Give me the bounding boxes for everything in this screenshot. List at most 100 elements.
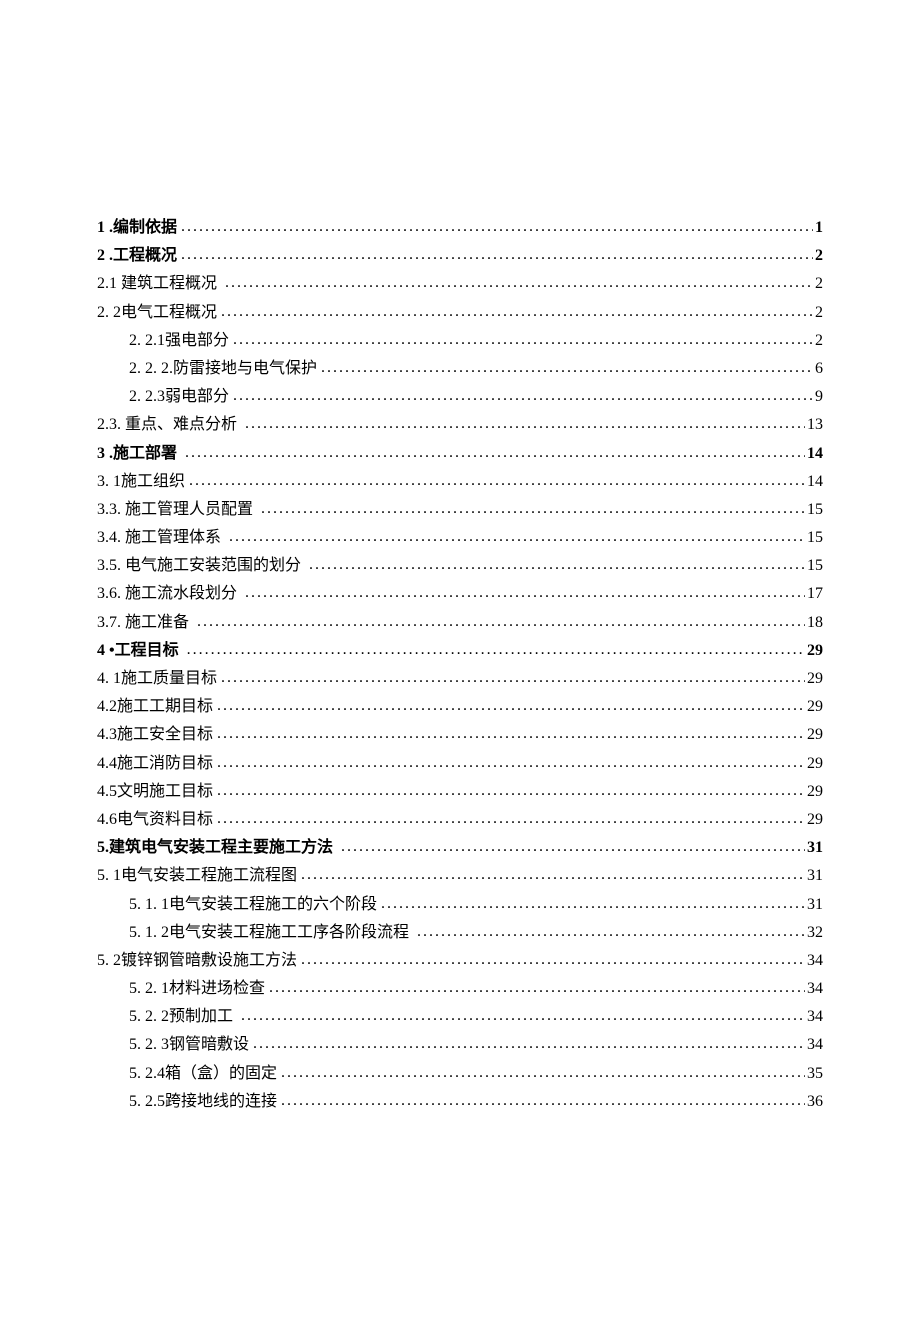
toc-entry-title: 钢管暗敷设 <box>169 1037 249 1053</box>
toc-entry: 3.3. 施工管理人员配置 15 <box>97 502 823 518</box>
toc-entry-page: 18 <box>807 615 823 631</box>
toc-entry-number: 2 <box>97 248 105 264</box>
toc-entry: 4.6电气资料目标29 <box>97 812 823 828</box>
toc-entry-sep: . <box>105 220 113 236</box>
toc-entry-number: 4.3 <box>97 727 117 743</box>
toc-entry: 4.3施工安全目标29 <box>97 727 823 743</box>
toc-entry-page: 34 <box>807 1009 823 1025</box>
toc-leader-dots <box>243 416 805 432</box>
toc-entry: 5. 2镀锌钢管暗敷设施工方法 34 <box>97 953 823 969</box>
toc-leader-dots <box>215 726 805 742</box>
toc-entry-sep: • <box>105 643 115 659</box>
toc-entry: 5. 1电气安装工程施工流程图31 <box>97 868 823 884</box>
toc-entry-page: 1 <box>815 220 823 236</box>
toc-entry-page: 34 <box>807 1037 823 1053</box>
toc-entry-number: 3.7. <box>97 615 121 631</box>
toc-entry-number: 4.6 <box>97 812 117 828</box>
toc-entry-page: 34 <box>807 953 823 969</box>
toc-entry-number: 3.4. <box>97 530 121 546</box>
toc-entry-page: 31 <box>807 897 823 913</box>
toc-entry-number: 5. <box>97 840 109 856</box>
toc-entry-number: 3 <box>97 446 105 462</box>
toc-entry: 5. 2. 2预制加工 34 <box>97 1009 823 1025</box>
toc-entry-page: 14 <box>807 446 823 462</box>
toc-entry-page: 32 <box>807 925 823 941</box>
toc-entry-title: 箱（盒）的固定 <box>165 1066 277 1082</box>
document-page: 1 .编制依据12 .工程概况22.1 建筑工程概况 22. 2电气工程概况22… <box>0 0 920 1222</box>
toc-entry: 4.5文明施工目标29 <box>97 784 823 800</box>
toc-entry-title: 施工管理体系 <box>125 530 225 546</box>
toc-entry-title: 电气安装工程施工流程图 <box>121 868 297 884</box>
toc-entry-title: 施工安全目标 <box>117 727 213 743</box>
toc-entry-number: 3.6. <box>97 586 121 602</box>
toc-entry-page: 36 <box>807 1094 823 1110</box>
toc-entry: 2. 2.1强电部分2 <box>97 333 823 349</box>
toc-leader-dots <box>307 557 805 573</box>
toc-entry-title: 重点、难点分析 <box>125 417 241 433</box>
toc-entry-title: 建筑电气安装工程主要施工方法 <box>109 840 337 856</box>
toc-entry-number: 2. 2.3 <box>129 389 165 405</box>
toc-leader-dots <box>299 952 805 968</box>
toc-entry: 4.2施工工期目标29 <box>97 699 823 715</box>
toc-entry-number: 2. 2 <box>97 305 121 321</box>
toc-entry-page: 29 <box>807 699 823 715</box>
toc-entry-title: 弱电部分 <box>165 389 229 405</box>
toc-entry: 5. 1. 2电气安装工程施工工序各阶段流程 32 <box>97 925 823 941</box>
toc-entry: 2. 2电气工程概况2 <box>97 305 823 321</box>
toc-entry-title: 建筑工程概况 <box>121 276 221 292</box>
toc-entry: 5. 2.5跨接地线的连接36 <box>97 1094 823 1110</box>
toc-leader-dots <box>339 839 805 855</box>
toc-leader-dots <box>215 755 805 771</box>
toc-entry-number: 4.4 <box>97 756 117 772</box>
toc-entry-number: 2. 2.1 <box>129 333 165 349</box>
toc-entry-title: 镀锌钢管暗敷设施工方法 <box>121 953 297 969</box>
toc-entry: 3.4. 施工管理体系 15 <box>97 530 823 546</box>
toc-entry-number: 5. 2.4 <box>129 1066 165 1082</box>
toc-entry: 2. 2. 2.防雷接地与电气保护6 <box>97 361 823 377</box>
toc-leader-dots <box>231 388 813 404</box>
toc-entry: 2.3. 重点、难点分析 13 <box>97 417 823 433</box>
toc-entry-title: 工程概况 <box>113 248 177 264</box>
toc-entry-title: 施工质量目标 <box>121 671 217 687</box>
toc-entry-number: 5. 2. 1 <box>129 981 169 997</box>
toc-entry-title: 电气安装工程施工的六个阶段 <box>169 897 377 913</box>
toc-entry-number: 5. 2 <box>97 953 121 969</box>
toc-entry-page: 34 <box>807 981 823 997</box>
toc-entry: 5. 2. 1材料进场检查34 <box>97 981 823 997</box>
toc-entry: 1 .编制依据1 <box>97 220 823 236</box>
toc-leader-dots <box>243 585 805 601</box>
toc-entry-number: 5. 1. 2 <box>129 925 169 941</box>
toc-entry-page: 15 <box>807 558 823 574</box>
toc-leader-dots <box>227 529 805 545</box>
toc-leader-dots <box>267 980 805 996</box>
toc-entry-page: 9 <box>815 389 823 405</box>
toc-entry-title: 工程目标 <box>115 643 183 659</box>
toc-entry: 5. 2. 3钢管暗敷设34 <box>97 1037 823 1053</box>
toc-leader-dots <box>299 867 805 883</box>
toc-entry-page: 29 <box>807 784 823 800</box>
toc-entry-title: 预制加工 <box>169 1009 237 1025</box>
toc-entry-number: 4.5 <box>97 784 117 800</box>
toc-entry-title: 施工管理人员配置 <box>125 502 257 518</box>
toc-entry-number: 1 <box>97 220 105 236</box>
toc-entry-number: 2. 2. 2. <box>129 361 173 377</box>
table-of-contents: 1 .编制依据12 .工程概况22.1 建筑工程概况 22. 2电气工程概况22… <box>97 220 823 1110</box>
toc-leader-dots <box>215 783 805 799</box>
toc-entry-page: 31 <box>807 840 823 856</box>
toc-entry-sep: . <box>105 248 113 264</box>
toc-entry: 3. 1施工组织14 <box>97 474 823 490</box>
toc-entry-title: 施工消防目标 <box>117 756 213 772</box>
toc-entry-number: 4. 1 <box>97 671 121 687</box>
toc-entry-title: 电气工程概况 <box>121 305 217 321</box>
toc-entry-title: 电气安装工程施工工序各阶段流程 <box>169 925 413 941</box>
toc-entry-page: 17 <box>807 586 823 602</box>
toc-leader-dots <box>319 360 813 376</box>
toc-entry-page: 2 <box>815 333 823 349</box>
toc-entry-number: 3. 1 <box>97 474 121 490</box>
toc-entry-number: 5. 2.5 <box>129 1094 165 1110</box>
toc-entry-page: 29 <box>807 643 823 659</box>
toc-entry: 4.4施工消防目标29 <box>97 756 823 772</box>
toc-entry-title: 施工组织 <box>121 474 185 490</box>
toc-leader-dots <box>187 473 805 489</box>
toc-entry: 3.6. 施工流水段划分 17 <box>97 586 823 602</box>
